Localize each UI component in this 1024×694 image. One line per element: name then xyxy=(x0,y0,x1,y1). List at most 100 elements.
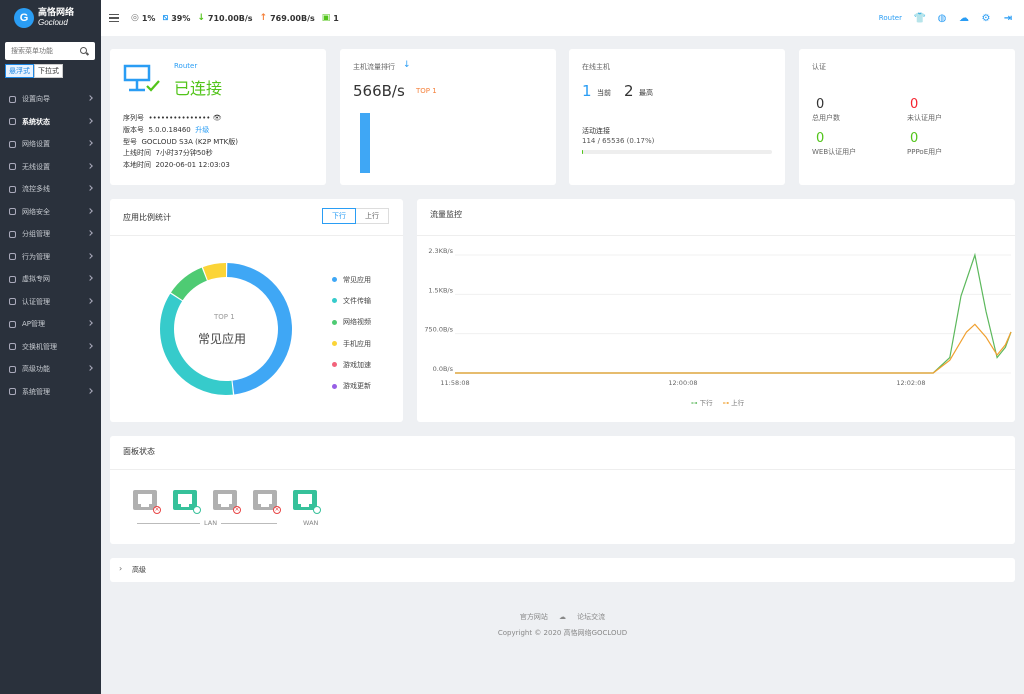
chevron-right-icon[interactable]: › xyxy=(119,564,122,573)
menu-search xyxy=(5,42,95,60)
sidebar-item[interactable]: 流控多线 xyxy=(0,178,101,201)
chevron-right-icon xyxy=(87,342,93,349)
legend-dot xyxy=(332,277,337,283)
logout-icon[interactable]: ⇥ xyxy=(1002,12,1014,24)
gear-icon[interactable]: ⚙ xyxy=(980,12,992,24)
x-tick-label: 11:58:08 xyxy=(440,379,469,387)
lan-port[interactable]: × xyxy=(133,490,161,514)
localtime-value: 2020-06-01 12:03:03 xyxy=(155,161,230,170)
brand-logo[interactable]: G 高恪网络 Gocloud xyxy=(0,0,101,36)
globe-icon[interactable]: ◍ xyxy=(936,12,948,24)
connections-progress xyxy=(582,150,772,154)
menu-collapse-icon[interactable] xyxy=(109,14,119,22)
menu-item-icon xyxy=(9,163,16,171)
lan-port[interactable]: × xyxy=(253,490,281,514)
official-site-link[interactable]: 官方网站 xyxy=(520,613,548,621)
legend-item[interactable]: 手机应用 xyxy=(332,333,371,354)
donut-slice[interactable] xyxy=(170,267,208,301)
app-stats-title: 应用比例统计 xyxy=(123,213,171,222)
connections-value: 114 / 65536 (0.17%) xyxy=(582,137,655,145)
menu-search-input[interactable] xyxy=(11,47,77,55)
hosts-stat: ▣ 1 xyxy=(321,13,339,23)
sidebar-item[interactable]: 分组管理 xyxy=(0,223,101,246)
legend-item[interactable]: 文件传输 xyxy=(332,290,371,311)
lan-port[interactable]: × xyxy=(213,490,241,514)
app-legend: 常见应用 文件传输 网络视频 手机应用 游戏加速 游戏更新 xyxy=(332,269,371,397)
sidebar-item[interactable]: 交换机管理 xyxy=(0,336,101,359)
sidebar-item[interactable]: 虚拟专网 xyxy=(0,268,101,291)
upgrade-link[interactable]: 升级 xyxy=(195,126,209,134)
advanced-section[interactable]: › 高级 xyxy=(110,558,1015,582)
forum-link[interactable]: 论坛交流 xyxy=(577,613,605,621)
online-hosts-title: 在线主机 xyxy=(582,63,610,71)
online-hosts-card: 在线主机 1 当前 2 最高 活动连接 114 / 65536 (0.17%) xyxy=(569,49,785,185)
max-hosts-value: 2 xyxy=(624,82,634,100)
port-status-badge: × xyxy=(233,506,241,514)
shirt-icon[interactable]: 👕 xyxy=(914,12,926,24)
cloud-upload-icon[interactable]: ☁ xyxy=(958,12,970,24)
sidebar-item-label: 流控多线 xyxy=(22,185,50,194)
auth-title: 认证 xyxy=(812,63,826,71)
legend-item[interactable]: 常见应用 xyxy=(332,269,371,290)
legend-dot xyxy=(332,362,337,368)
sidebar-item-label: 无线设置 xyxy=(22,162,50,171)
tab-download[interactable]: 下行 xyxy=(322,208,356,224)
menu-item-icon xyxy=(9,95,16,103)
sidebar-item-label: AP管理 xyxy=(22,320,46,329)
sidebar-item[interactable]: 认证管理 xyxy=(0,291,101,314)
chevron-right-icon xyxy=(87,140,93,146)
arrow-up-icon: ↑ xyxy=(259,13,268,23)
topbar: ◎ 1% ⧅ 39% ↓ 710.00B/s ↑ 769.00B/s ▣ 1 Router… xyxy=(101,0,1024,36)
y-tick-label: 0.0B/s xyxy=(433,365,454,373)
search-icon[interactable] xyxy=(80,46,89,56)
auth-card: 认证 0 总用户数 0 未认证用户 0 WEB认证用户 0 PPPoE用户 xyxy=(799,49,1015,185)
copyright: Copyright © 2020 高恪网络GOCLOUD xyxy=(497,629,628,637)
sidebar-item[interactable]: 网络设置 xyxy=(0,133,101,156)
lan-port[interactable] xyxy=(173,490,201,514)
router-link-label[interactable]: Router xyxy=(174,62,197,70)
total-users-value: 0 xyxy=(816,97,825,112)
mode-dropdown-button[interactable]: 下拉式 xyxy=(34,64,63,78)
sidebar: G 高恪网络 Gocloud 悬浮式 下拉式 设置向导系统状态网络设置无线设置流… xyxy=(0,0,101,694)
sort-down-icon[interactable]: ↓ xyxy=(403,60,411,70)
web-users-value: 0 xyxy=(816,131,825,146)
chevron-right-icon xyxy=(87,275,93,281)
connection-status: 已连接 xyxy=(174,79,223,98)
donut-slice[interactable] xyxy=(226,263,292,395)
legend-download[interactable]: ⊶ 下行 xyxy=(691,397,713,407)
mode-floating-button[interactable]: 悬浮式 xyxy=(5,64,34,78)
legend-item[interactable]: 游戏加速 xyxy=(332,354,371,375)
sidebar-menu: 设置向导系统状态 网络设置无线设置流控多线网络安全 分组管理 行为管理 虚拟专网 认证管理… xyxy=(0,88,101,403)
chevron-right-icon xyxy=(87,387,93,394)
web-users-label: WEB认证用户 xyxy=(812,148,857,156)
cloud-icon[interactable]: ☁ xyxy=(559,613,566,621)
legend-item[interactable]: 网络视频 xyxy=(332,312,371,333)
chevron-right-icon xyxy=(87,162,93,169)
sidebar-item[interactable]: 系统状态 xyxy=(0,111,101,134)
donut-slice[interactable] xyxy=(202,263,227,281)
memory-stat: ⧅ 39% xyxy=(162,13,191,23)
unauth-users-label: 未认证用户 xyxy=(907,114,942,122)
sidebar-item-label: 设置向导 xyxy=(22,95,50,104)
sidebar-item[interactable]: 无线设置 xyxy=(0,156,101,179)
sidebar-item[interactable]: AP管理 xyxy=(0,313,101,336)
menu-item-icon xyxy=(9,185,16,193)
pppoe-users-value: 0 xyxy=(910,131,919,146)
router-link[interactable]: Router xyxy=(879,14,902,22)
menu-item-icon xyxy=(9,230,16,238)
x-tick-label: 12:00:08 xyxy=(668,379,697,387)
sidebar-item[interactable]: 设置向导 xyxy=(0,88,101,111)
legend-item[interactable]: 游戏更新 xyxy=(332,375,371,396)
legend-upload[interactable]: ⊶ 上行 xyxy=(723,397,745,407)
menu-item-icon xyxy=(9,320,16,328)
router-icon xyxy=(123,64,160,92)
sidebar-item[interactable]: 网络安全 xyxy=(0,201,101,224)
tab-upload[interactable]: 上行 xyxy=(356,208,389,224)
connections-label: 活动连接 xyxy=(582,127,610,135)
wan-port[interactable] xyxy=(293,490,321,514)
eye-icon[interactable]: 👁 xyxy=(213,114,222,122)
sidebar-item[interactable]: 系统管理 xyxy=(0,381,101,404)
chevron-right-icon xyxy=(87,185,93,191)
sidebar-item[interactable]: 高级功能 xyxy=(0,358,101,381)
sidebar-item[interactable]: 行为管理 xyxy=(0,246,101,269)
